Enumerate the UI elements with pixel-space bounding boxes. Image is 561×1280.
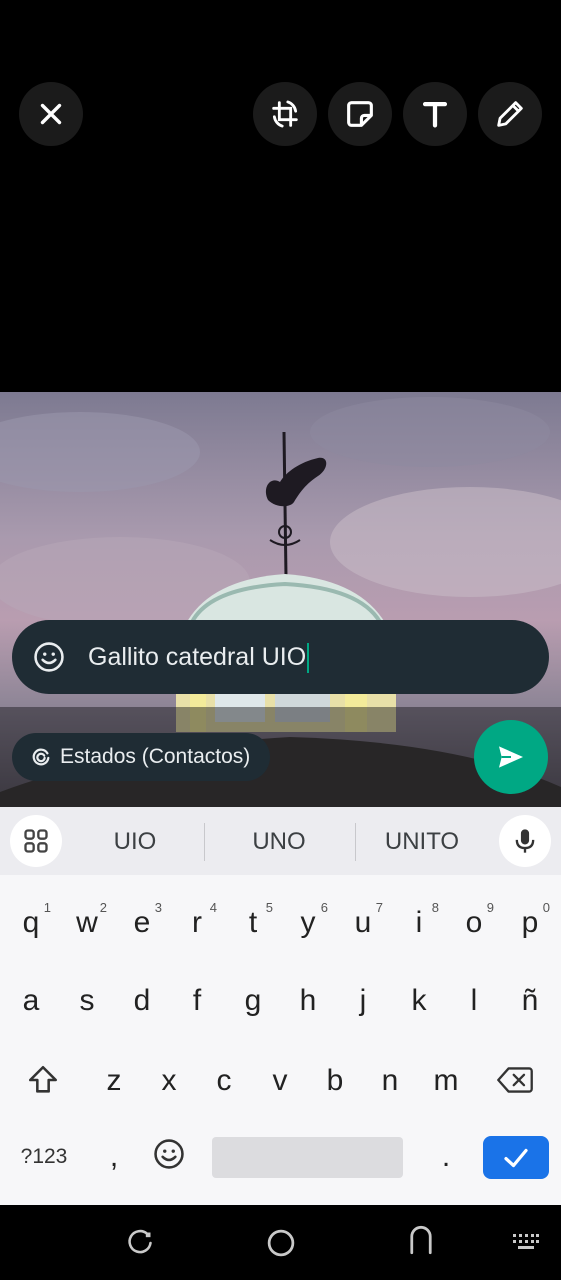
key-g[interactable]: g [225, 963, 281, 1033]
suggestion-3[interactable]: UNITO [357, 807, 487, 875]
key-hint: 5 [265, 900, 273, 915]
key-label: p [521, 906, 539, 939]
keyboard: q1 w2 e3 r4 t5 y6 u7 i8 o9 p0 a s d f g … [0, 875, 561, 1205]
emoji-key[interactable] [141, 1119, 197, 1189]
key-label: t [248, 906, 258, 939]
status-audience-chip[interactable]: Estados (Contactos) [12, 733, 271, 781]
key-p[interactable]: p0 [502, 885, 558, 955]
key-e[interactable]: e3 [114, 885, 170, 955]
shift-key[interactable] [15, 1043, 71, 1113]
key-z[interactable]: z [86, 1043, 142, 1113]
keyboard-suggestion-bar: UIO UNO UNITO [0, 807, 561, 875]
key-f[interactable]: f [169, 963, 225, 1033]
grid-icon [24, 829, 48, 853]
key-label: q [22, 906, 40, 939]
key-label: r [192, 906, 202, 939]
key-a[interactable]: a [3, 963, 59, 1033]
key-c[interactable]: c [196, 1043, 252, 1113]
key-j[interactable]: j [335, 963, 391, 1033]
key-hint: 0 [542, 900, 550, 915]
key-r[interactable]: r4 [169, 885, 225, 955]
key-l[interactable]: l [446, 963, 502, 1033]
key-hint: 1 [43, 900, 51, 915]
text-icon [422, 101, 448, 128]
sticker-button[interactable] [328, 82, 392, 146]
key-t[interactable]: t5 [225, 885, 281, 955]
backspace-key[interactable] [487, 1043, 543, 1113]
caption-input[interactable]: Gallito catedral UIO [12, 620, 549, 694]
key-k[interactable]: k [391, 963, 447, 1033]
suggestion-1[interactable]: UIO [70, 807, 200, 875]
key-q[interactable]: q1 [3, 885, 59, 955]
keyboard-icon[interactable] [512, 1233, 540, 1251]
recents-icon[interactable] [126, 1229, 154, 1257]
text-cursor [307, 643, 310, 674]
close-button[interactable] [19, 82, 83, 146]
emoji-icon[interactable] [32, 640, 66, 674]
key-y[interactable]: y6 [280, 885, 336, 955]
key-b[interactable]: b [307, 1043, 363, 1113]
key-label: w [76, 906, 98, 939]
checkmark-icon [504, 1148, 528, 1167]
home-icon[interactable] [266, 1228, 296, 1258]
key-label: i [415, 906, 423, 939]
key-label: u [354, 906, 372, 939]
voice-input-button[interactable] [499, 815, 551, 867]
emoji-icon [154, 1139, 184, 1169]
key-v[interactable]: v [252, 1043, 308, 1113]
system-navigation-bar [0, 1205, 561, 1280]
symbols-key[interactable]: ?123 [6, 1131, 82, 1183]
audience-label: Estados (Contactos) [60, 745, 251, 768]
suggestion-divider [204, 823, 205, 861]
send-icon [499, 746, 523, 768]
microphone-icon [515, 829, 535, 853]
caption-text[interactable]: Gallito catedral UIO [88, 643, 306, 671]
key-hint: 4 [209, 900, 217, 915]
key-hint: 6 [320, 900, 328, 915]
key-w[interactable]: w2 [59, 885, 115, 955]
key-hint: 7 [375, 900, 383, 915]
draw-button[interactable] [478, 82, 542, 146]
sticker-icon [347, 101, 373, 127]
keyboard-apps-button[interactable] [10, 815, 62, 867]
backspace-icon [497, 1067, 533, 1093]
key-s[interactable]: s [59, 963, 115, 1033]
key-u[interactable]: u7 [335, 885, 391, 955]
key-o[interactable]: o9 [446, 885, 502, 955]
comma-key[interactable]: , [86, 1119, 142, 1189]
suggestion-divider [355, 823, 356, 861]
key-d[interactable]: d [114, 963, 170, 1033]
back-icon[interactable] [407, 1225, 435, 1255]
key-label: o [465, 906, 483, 939]
status-icon [32, 748, 50, 766]
pencil-icon [497, 101, 523, 127]
send-button[interactable] [474, 720, 548, 794]
key-m[interactable]: m [418, 1043, 474, 1113]
key-hint: 9 [486, 900, 494, 915]
crop-rotate-icon [272, 100, 298, 128]
key-n-tilde[interactable]: ñ [502, 963, 558, 1033]
enter-key[interactable] [483, 1136, 549, 1179]
close-icon [40, 103, 62, 125]
suggestion-2[interactable]: UNO [214, 807, 344, 875]
key-label: e [133, 906, 151, 939]
key-hint: 3 [154, 900, 162, 915]
key-n[interactable]: n [362, 1043, 418, 1113]
key-hint: 2 [99, 900, 107, 915]
crop-rotate-button[interactable] [253, 82, 317, 146]
key-i[interactable]: i8 [391, 885, 447, 955]
key-h[interactable]: h [280, 963, 336, 1033]
period-key[interactable]: . [418, 1119, 474, 1189]
key-x[interactable]: x [141, 1043, 197, 1113]
shift-icon [28, 1065, 58, 1093]
text-button[interactable] [403, 82, 467, 146]
key-label: y [300, 906, 316, 939]
key-hint: 8 [431, 900, 439, 915]
space-key[interactable] [212, 1137, 403, 1178]
